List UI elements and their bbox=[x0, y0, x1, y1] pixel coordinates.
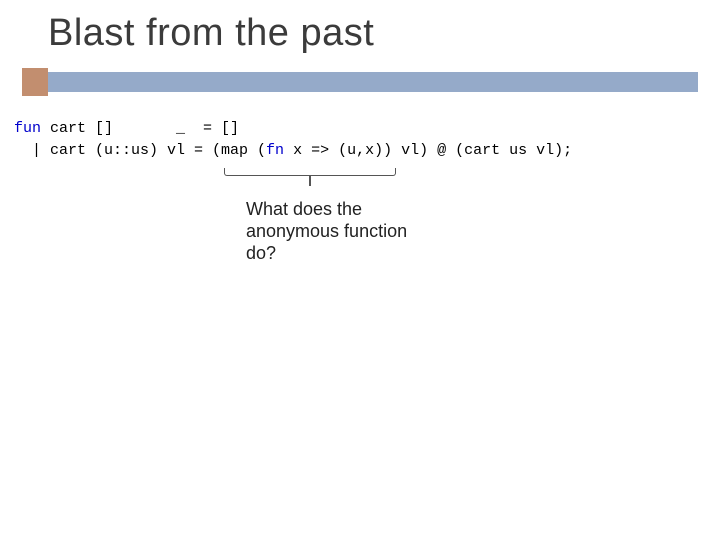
keyword-fn: fn bbox=[266, 142, 284, 159]
code-line-2a: | cart (u::us) vl = (map ( bbox=[14, 142, 266, 159]
keyword-fun: fun bbox=[14, 120, 41, 137]
annotation-line-3: do? bbox=[246, 242, 446, 264]
bracket-stem bbox=[309, 176, 311, 186]
code-block: fun cart [] _ = [] | cart (u::us) vl = (… bbox=[14, 118, 572, 162]
slide-title: Blast from the past bbox=[48, 12, 374, 55]
code-line-2b: x => (u,x)) vl) @ (cart us vl); bbox=[284, 142, 572, 159]
bracket-line bbox=[224, 168, 396, 176]
title-underline-bar bbox=[22, 72, 698, 92]
callout-bracket bbox=[224, 160, 396, 188]
slide: Blast from the past fun cart [] _ = [] |… bbox=[0, 0, 720, 540]
title-accent-chip bbox=[22, 68, 48, 96]
annotation-line-2: anonymous function bbox=[246, 220, 446, 242]
code-line-1: cart [] _ = [] bbox=[41, 120, 239, 137]
annotation-line-1: What does the bbox=[246, 198, 446, 220]
annotation-text: What does the anonymous function do? bbox=[246, 198, 446, 264]
